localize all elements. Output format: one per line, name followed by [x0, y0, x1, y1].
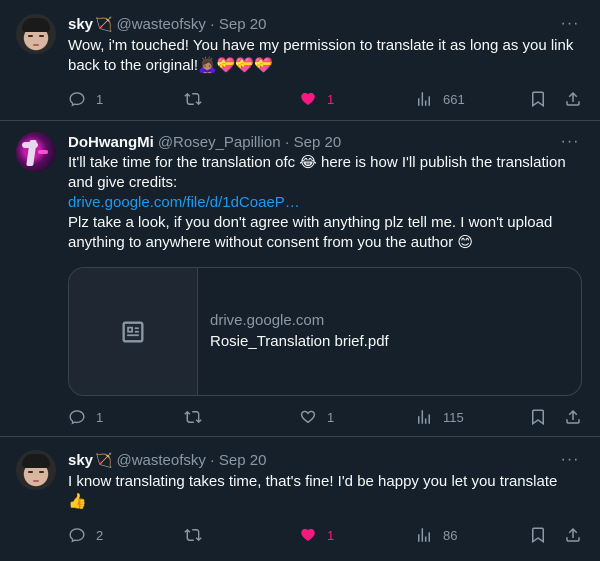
display-name[interactable]: DoHwangMi	[68, 134, 154, 151]
reply-count: 2	[96, 527, 104, 543]
reply-icon	[69, 410, 85, 425]
share-button[interactable]	[564, 407, 582, 427]
share-button[interactable]	[564, 525, 582, 545]
retweet-button[interactable]	[184, 525, 212, 545]
avatar[interactable]	[16, 14, 56, 54]
share-icon	[566, 527, 580, 542]
action-bar: 2 1 86	[68, 525, 584, 545]
timestamp[interactable]: Sep 20	[294, 134, 342, 151]
user-handle[interactable]: @Rosey_Papillion	[158, 134, 281, 151]
document-icon	[122, 321, 144, 342]
share-icon	[566, 409, 580, 424]
retweet-button[interactable]	[184, 89, 212, 109]
separator: ·	[209, 451, 215, 469]
more-options-icon[interactable]: ···	[560, 132, 580, 152]
user-handle[interactable]: @wasteofsky	[116, 16, 205, 33]
share-icon	[566, 91, 580, 106]
card-thumbnail	[69, 268, 198, 395]
like-count: 1	[327, 527, 335, 543]
tweet-header: sky 🏹 @wasteofsky · Sep 20	[68, 450, 266, 470]
tweet-1[interactable]: sky 🏹 @wasteofsky · Sep 20 ··· Wow, i'm …	[0, 0, 600, 120]
timestamp[interactable]: Sep 20	[219, 16, 267, 33]
bow-arrow-icon: 🏹	[95, 15, 113, 32]
views-chart-icon	[418, 528, 430, 542]
display-name[interactable]: sky	[68, 452, 93, 469]
avatar[interactable]	[16, 450, 56, 490]
bookmark-icon	[532, 409, 544, 426]
like-button[interactable]: 1	[299, 89, 334, 109]
bookmark-button[interactable]	[529, 89, 547, 109]
retweet-icon	[184, 92, 202, 106]
like-count: 1	[327, 91, 335, 107]
views-chart-icon	[418, 410, 430, 424]
views-button[interactable]: 86	[415, 525, 457, 545]
reply-count: 1	[96, 409, 104, 425]
bookmark-button[interactable]	[529, 407, 547, 427]
views-button[interactable]: 115	[415, 407, 464, 427]
tweet-text: It'll take time for the translation ofc …	[68, 153, 578, 253]
bookmark-button[interactable]	[529, 525, 547, 545]
views-chart-icon	[418, 92, 430, 106]
reply-icon	[69, 528, 85, 543]
retweet-button[interactable]	[184, 407, 212, 427]
retweet-icon	[184, 410, 202, 424]
action-bar: 1 1 115	[68, 407, 584, 427]
views-button[interactable]: 661	[415, 89, 465, 109]
tweet-text: Wow, i'm touched! You have my permission…	[68, 37, 574, 74]
drive-link[interactable]: drive.google.com/file/d/1dCoaeP…	[68, 193, 578, 213]
card-domain: drive.google.com	[210, 312, 325, 329]
heart-filled-icon	[301, 92, 315, 105]
separator: ·	[209, 15, 215, 33]
link-preview-card[interactable]: drive.google.com Rosie_Translation brief…	[68, 267, 582, 396]
view-count: 661	[443, 91, 465, 107]
tweet-header: sky 🏹 @wasteofsky · Sep 20	[68, 14, 266, 34]
timestamp[interactable]: Sep 20	[219, 452, 267, 469]
card-title: Rosie_Translation brief.pdf	[210, 333, 389, 350]
reply-icon	[69, 92, 85, 107]
bookmark-icon	[532, 527, 544, 544]
heart-outline-icon	[300, 410, 316, 424]
tweet-3[interactable]: sky 🏹 @wasteofsky · Sep 20 ··· I know tr…	[0, 437, 600, 561]
like-count: 1	[327, 409, 335, 425]
tweet-2-actions-wrap: 1 1 115	[0, 407, 600, 427]
tweet-text: I know translating takes time, that's fi…	[68, 473, 558, 510]
separator: ·	[284, 133, 290, 151]
user-handle[interactable]: @wasteofsky	[116, 452, 205, 469]
retweet-icon	[184, 528, 202, 542]
reply-count: 1	[96, 91, 104, 107]
bow-arrow-icon: 🏹	[95, 451, 113, 468]
avatar[interactable]	[16, 132, 56, 172]
tweet-header: DoHwangMi @Rosey_Papillion · Sep 20	[68, 132, 341, 152]
view-count: 115	[443, 409, 464, 425]
view-count: 86	[443, 527, 458, 543]
reply-button[interactable]: 1	[68, 89, 103, 109]
share-button[interactable]	[564, 89, 582, 109]
more-options-icon[interactable]: ···	[560, 14, 580, 34]
more-options-icon[interactable]: ···	[560, 450, 580, 470]
like-button[interactable]: 1	[299, 525, 334, 545]
bookmark-icon	[532, 91, 544, 108]
heart-filled-icon	[301, 528, 315, 541]
action-bar: 1 1 661	[68, 89, 584, 109]
tweet-text-line-2: Plz take a look, if you don't agree with…	[68, 214, 553, 251]
reply-button[interactable]: 1	[68, 407, 103, 427]
display-name[interactable]: sky	[68, 16, 93, 33]
tweet-text-line-1: It'll take time for the translation ofc …	[68, 154, 566, 191]
like-button[interactable]: 1	[299, 407, 334, 427]
reply-button[interactable]: 2	[68, 525, 103, 545]
